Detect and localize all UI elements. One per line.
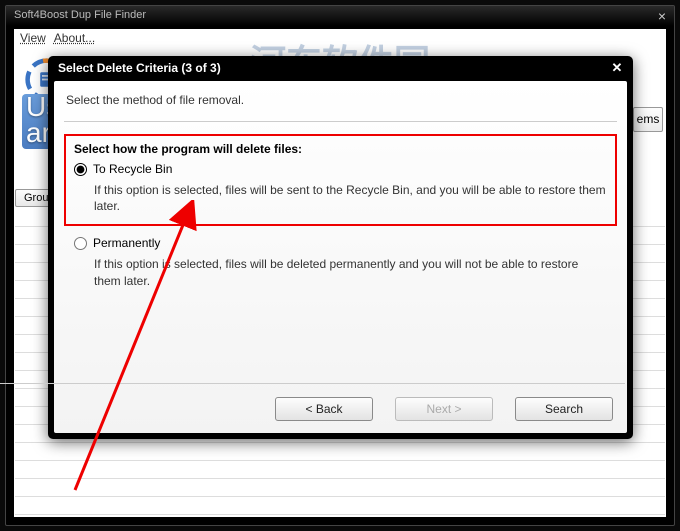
ems-button[interactable]: ems xyxy=(633,107,663,132)
delete-criteria-dialog: Select Delete Criteria (3 of 3) ✕ Select… xyxy=(48,56,633,439)
app-titlebar: Soft4Boost Dup File Finder xyxy=(6,6,674,26)
table-row xyxy=(15,479,665,497)
dialog-close-icon[interactable]: ✕ xyxy=(609,60,625,76)
menu-view[interactable]: View xyxy=(20,31,46,45)
divider xyxy=(64,121,617,122)
radio-recycle-bin-input[interactable] xyxy=(74,163,87,176)
app-close-icon[interactable]: × xyxy=(658,10,666,22)
app-title: Soft4Boost Dup File Finder xyxy=(14,9,146,21)
dialog-button-bar: < Back Next > Search xyxy=(275,397,613,421)
dialog-title: Select Delete Criteria (3 of 3) xyxy=(58,61,221,75)
back-button[interactable]: < Back xyxy=(275,397,373,421)
next-button: Next > xyxy=(395,397,493,421)
menubar: View About... xyxy=(14,29,666,47)
table-row xyxy=(15,461,665,479)
recycle-bin-description: If this option is selected, files will b… xyxy=(94,182,607,214)
radio-recycle-bin-label: To Recycle Bin xyxy=(93,162,172,176)
option-recycle-bin-highlight: Select how the program will delete files… xyxy=(64,134,617,226)
menu-about[interactable]: About... xyxy=(54,31,95,45)
permanently-description: If this option is selected, files will b… xyxy=(94,256,607,288)
dialog-instruction: Select the method of file removal. xyxy=(64,89,617,111)
radio-recycle-bin[interactable]: To Recycle Bin xyxy=(74,162,607,176)
radio-permanently-input[interactable] xyxy=(74,237,87,250)
option-permanently: Permanently If this option is selected, … xyxy=(64,236,617,288)
search-button[interactable]: Search xyxy=(515,397,613,421)
divider xyxy=(0,383,625,384)
radio-permanently[interactable]: Permanently xyxy=(74,236,607,250)
table-row xyxy=(15,497,665,515)
section-heading: Select how the program will delete files… xyxy=(74,142,607,156)
dialog-body: Select the method of file removal. Selec… xyxy=(54,81,627,433)
radio-permanently-label: Permanently xyxy=(93,236,160,250)
dialog-titlebar: Select Delete Criteria (3 of 3) ✕ xyxy=(48,56,633,81)
table-row xyxy=(15,443,665,461)
